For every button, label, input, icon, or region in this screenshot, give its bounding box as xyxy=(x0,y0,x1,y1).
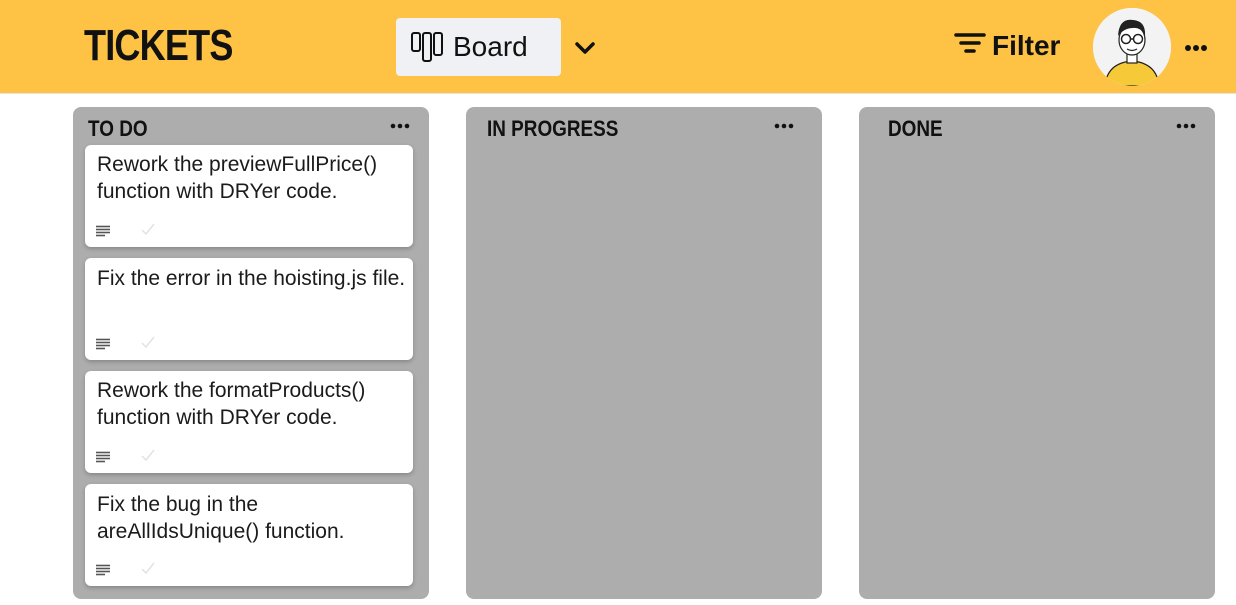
checkmark-icon[interactable] xyxy=(141,222,155,236)
ticket-card[interactable]: Fix the error in the hoisting.js file. xyxy=(85,258,413,360)
more-options-icon[interactable] xyxy=(1183,38,1211,58)
checkmark-icon[interactable] xyxy=(141,448,155,462)
board-view-label: Board xyxy=(453,31,528,62)
column-title: DONE xyxy=(888,116,943,141)
ticket-card[interactable]: Rework the formatProducts() function wit… xyxy=(85,371,413,473)
ticket-card[interactable]: Rework the previewFullPrice() function w… xyxy=(85,145,413,247)
board-columns-icon xyxy=(410,30,444,64)
filter-lines-icon xyxy=(954,30,986,63)
ticket-text: Rework the previewFullPrice() function w… xyxy=(97,153,378,203)
ticket-card[interactable]: Fix the bug in the areAllIdsUnique() fun… xyxy=(85,484,413,586)
column-in-progress: IN PROGRESS xyxy=(466,107,822,599)
filter-label: Filter xyxy=(992,30,1061,61)
description-lines-icon xyxy=(96,450,110,463)
app-header: TICKETS Board Filter xyxy=(0,0,1236,94)
column-todo: TO DO Rework the previewFullPrice() func… xyxy=(73,107,429,599)
checkmark-icon[interactable] xyxy=(141,561,155,575)
user-avatar[interactable] xyxy=(1093,8,1171,86)
page-title: TICKETS xyxy=(84,21,233,70)
description-lines-icon xyxy=(96,224,110,237)
column-title: IN PROGRESS xyxy=(487,116,619,141)
checkmark-icon[interactable] xyxy=(141,335,155,349)
ticket-text: Fix the error in the hoisting.js file. xyxy=(97,267,406,290)
ticket-text: Rework the formatProducts() function wit… xyxy=(97,379,366,429)
column-done: DONE xyxy=(859,107,1215,599)
chevron-down-icon[interactable] xyxy=(573,39,597,59)
board-view-button[interactable]: Board xyxy=(396,18,561,76)
filter-button[interactable]: Filter xyxy=(954,28,1060,64)
more-horizontal-icon[interactable] xyxy=(389,119,411,133)
description-lines-icon xyxy=(96,563,110,576)
column-title: TO DO xyxy=(88,116,148,141)
more-horizontal-icon[interactable] xyxy=(1175,119,1197,133)
more-horizontal-icon[interactable] xyxy=(773,119,795,133)
ticket-text: Fix the bug in the areAllIdsUnique() fun… xyxy=(97,493,345,543)
description-lines-icon xyxy=(96,337,110,350)
